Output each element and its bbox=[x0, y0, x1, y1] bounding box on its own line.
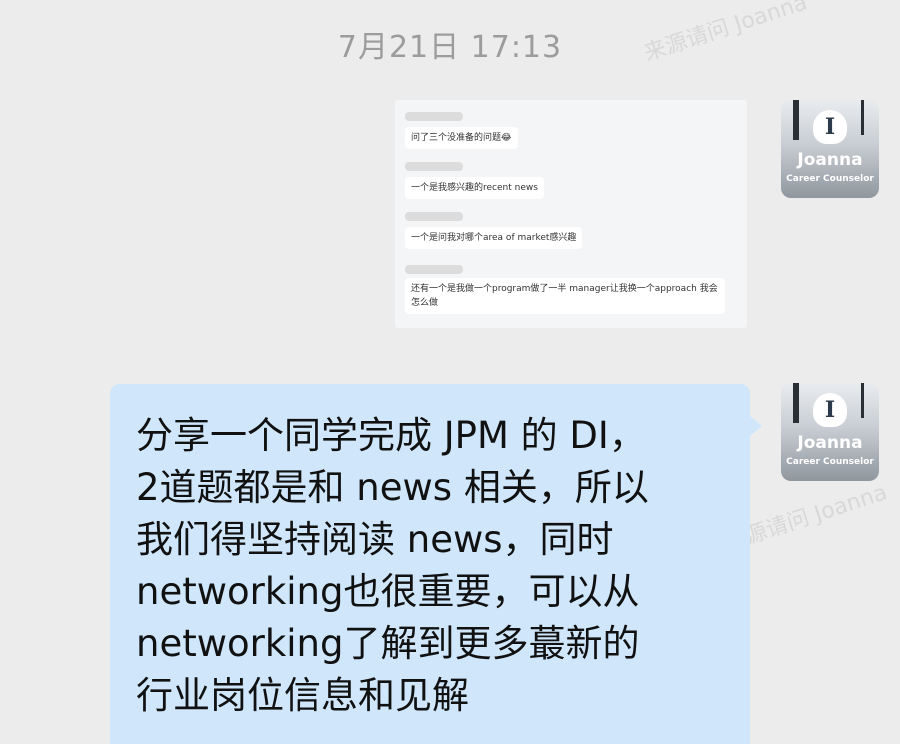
image-message-line: 一个是问我对哪个area of market感兴趣 bbox=[405, 212, 725, 249]
logo-icon: I bbox=[813, 393, 847, 427]
image-message-line: 问了三个没准备的问题😂 bbox=[405, 112, 725, 149]
image-message[interactable]: 问了三个没准备的问题😂 一个是我感兴趣的recent news 一个是问我对哪个… bbox=[395, 100, 747, 328]
image-message-line: 还有一个是我做一个program做了一半 manager让我换一个approac… bbox=[405, 265, 725, 314]
avatar-role: Career Counselor bbox=[786, 457, 874, 467]
avatar[interactable]: I Joanna Career Counselor bbox=[781, 383, 879, 481]
avatar-role: Career Counselor bbox=[786, 174, 874, 184]
message-text: 分享一个同学完成 JPM 的 DI， 2道题都是和 news 相关，所以 我们得… bbox=[136, 414, 649, 717]
logo-icon: I bbox=[813, 110, 847, 144]
image-message-line: 一个是我感兴趣的recent news bbox=[405, 162, 725, 199]
text-message-bubble[interactable]: 分享一个同学完成 JPM 的 DI， 2道题都是和 news 相关，所以 我们得… bbox=[110, 384, 762, 744]
avatar-name: Joanna bbox=[797, 150, 863, 170]
avatar-name: Joanna bbox=[797, 433, 863, 453]
avatar[interactable]: I Joanna Career Counselor bbox=[781, 100, 879, 198]
